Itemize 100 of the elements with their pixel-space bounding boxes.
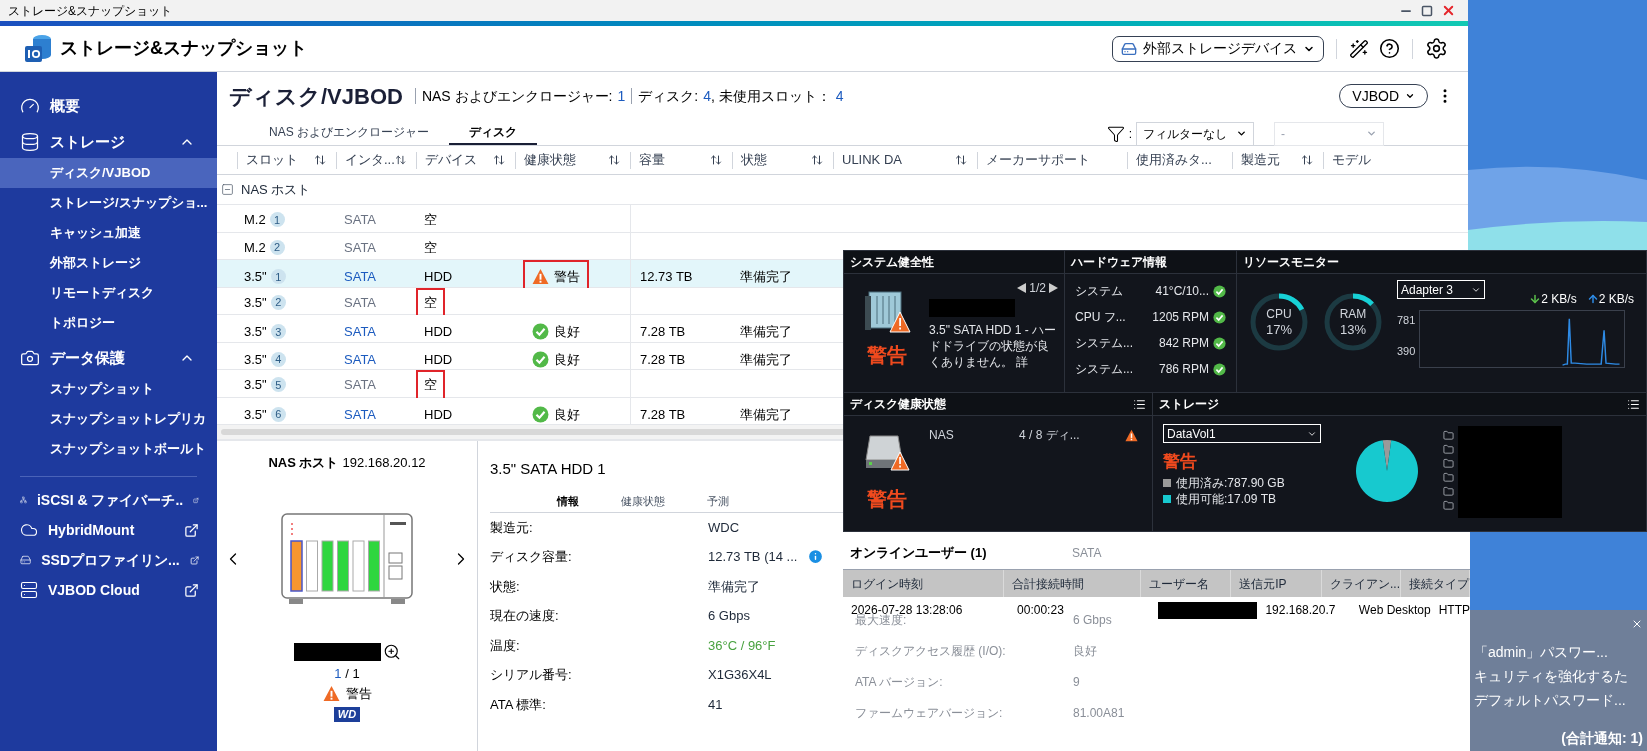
device-label: HDD — [423, 268, 454, 286]
column-header[interactable]: 容量 — [630, 151, 732, 169]
app-title: ストレージ&スナップショット — [60, 37, 308, 60]
interface-label: SATA — [343, 293, 378, 312]
sort-icon — [608, 154, 620, 166]
sort-icon — [314, 154, 326, 166]
state-label: 準備完了 — [740, 269, 792, 284]
sidebar-link[interactable]: iSCSI & ファイバーチ.. — [0, 485, 217, 515]
slot-label: M.2 — [244, 238, 266, 257]
collapse-icon[interactable] — [221, 183, 234, 196]
app-logo-icon — [24, 33, 52, 64]
link-icon — [20, 521, 38, 539]
previous-icon[interactable] — [1017, 283, 1027, 293]
list-icon[interactable] — [1133, 397, 1146, 411]
group-label: NAS ホスト — [241, 180, 311, 199]
column-header[interactable]: クライアン... — [1322, 570, 1401, 597]
settings-icon[interactable] — [1425, 37, 1448, 60]
column-header[interactable]: ULINK DA — [833, 151, 977, 169]
summary-label: ディスク: — [638, 86, 699, 106]
next-icon[interactable] — [1049, 283, 1058, 293]
column-header[interactable]: 健康状態 — [515, 151, 630, 169]
field-label: 現在の速度: — [490, 607, 560, 625]
sidebar-item[interactable]: スナップショットレプリカ — [0, 404, 217, 434]
detail-tab[interactable]: 健康状態 — [605, 492, 680, 512]
device-menu-button[interactable]: 外部ストレージデバイス — [1112, 35, 1324, 62]
window-title: ストレージ&スナップショット — [8, 2, 172, 20]
sidebar-item[interactable]: スナップショット — [0, 374, 217, 404]
info-icon[interactable] — [807, 548, 825, 566]
column-header[interactable]: メーカーサポート — [977, 151, 1127, 169]
list-icon[interactable] — [1627, 397, 1640, 411]
maximize-icon[interactable] — [1421, 4, 1433, 17]
column-header[interactable]: 送信元IP — [1231, 570, 1322, 597]
page-indicator: 1 / 1 — [334, 664, 360, 683]
capacity-label: 12.73 TB — [640, 268, 693, 286]
device-label: HDD — [423, 350, 454, 369]
detail-tab[interactable]: 予測 — [680, 492, 755, 512]
warning-icon — [532, 268, 549, 286]
interface-label: SATA — [343, 405, 378, 424]
sidebar-section[interactable]: 概要 — [0, 90, 217, 122]
field-label: 状態: — [490, 577, 521, 596]
column-header[interactable]: デバイス — [416, 151, 515, 169]
state-label: 準備完了 — [740, 351, 792, 367]
close-icon[interactable] — [1631, 618, 1643, 630]
state-label: 準備完了 — [740, 324, 792, 339]
external-link-icon — [184, 582, 199, 598]
magic-wand-icon[interactable] — [1349, 38, 1369, 59]
check-icon — [532, 350, 549, 368]
upload-rate: 2 KB/s — [1598, 291, 1634, 308]
sidebar-section[interactable]: データ保護 — [0, 342, 217, 374]
axis-label: 390 — [1397, 343, 1417, 359]
section-icon — [20, 132, 40, 152]
field-value: 準備完了 — [708, 577, 760, 596]
slot-label: 3.5" — [244, 405, 267, 424]
sidebar-item[interactable]: リモートディスク — [0, 278, 217, 308]
disk-group-name: NAS — [929, 427, 955, 444]
slot-number-badge: 6 — [270, 406, 286, 422]
interface-label: SATA — [343, 350, 378, 369]
meter-reading: 13% — [1340, 321, 1366, 338]
column-header[interactable]: 合計接続時間 — [1004, 570, 1142, 597]
folder-icon — [1443, 430, 1454, 441]
column-header[interactable]: 使用済みタ... — [1127, 151, 1232, 169]
sidebar-item[interactable]: ディスク/VJBOD — [0, 158, 217, 188]
usage-ring — [1249, 292, 1309, 352]
health-status: 警告 — [866, 487, 907, 512]
help-icon[interactable] — [1379, 38, 1400, 59]
sidebar-link[interactable]: VJBOD Cloud — [0, 575, 217, 605]
sidebar-section[interactable]: ストレージ — [0, 126, 217, 158]
sidebar-link[interactable]: HybridMount — [0, 515, 217, 545]
field-value: X1G36X4L — [708, 666, 772, 684]
sidebar-item[interactable]: 外部ストレージ — [0, 248, 217, 278]
background-text: 9 — [1073, 674, 1080, 691]
volume-select[interactable]: DataVol1 — [1163, 424, 1321, 443]
sidebar-item[interactable]: ストレージ/スナップショ... — [0, 188, 217, 218]
detail-tab[interactable]: 情報 — [530, 492, 605, 512]
close-icon[interactable] — [1441, 3, 1456, 18]
zoom-icon[interactable] — [382, 642, 401, 661]
column-header[interactable]: スロット — [237, 151, 336, 169]
check-icon — [1213, 336, 1226, 350]
field-value: 41 — [708, 695, 723, 714]
column-header[interactable]: 製造元 — [1232, 151, 1323, 169]
tab[interactable]: ディスク — [449, 121, 537, 145]
tab[interactable]: NAS およびエンクロージャー — [249, 121, 449, 145]
adapter-select[interactable]: Adapter 3 — [1397, 280, 1485, 299]
slot-label: 3.5" — [244, 350, 267, 369]
table-row[interactable]: M.2 1 SATA 空 — [217, 205, 1468, 233]
column-header[interactable]: 状態 — [732, 151, 833, 169]
sidebar-link[interactable]: SSDプロファイリン... — [0, 545, 217, 575]
filter-select[interactable]: フィルターなし — [1136, 121, 1254, 146]
sidebar-item[interactable]: スナップショットボールト — [0, 434, 217, 464]
device-label: HDD — [423, 323, 454, 341]
column-header[interactable]: ユーザー名 — [1141, 570, 1232, 597]
column-header[interactable]: モデル — [1323, 151, 1468, 169]
sidebar-item[interactable]: トポロジー — [0, 308, 217, 338]
column-header[interactable]: ログイン時刻 — [843, 570, 1005, 597]
panel-title: オンラインユーザー (1) — [850, 543, 987, 562]
sidebar-item[interactable]: キャッシュ加速 — [0, 218, 217, 248]
column-header[interactable]: インタ... — [336, 151, 416, 169]
drive-icon — [1121, 40, 1137, 57]
column-header[interactable]: 接続タイプ — [1401, 570, 1470, 597]
sort-icon — [955, 154, 967, 166]
